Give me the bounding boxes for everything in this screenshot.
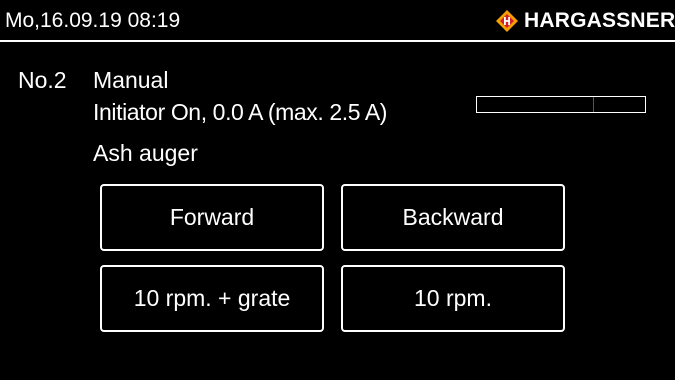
device-number: No.2 [18, 67, 67, 93]
backward-button[interactable]: Backward [341, 184, 565, 251]
hargassner-logo-icon [496, 10, 518, 32]
current-level-bar [476, 96, 646, 113]
brand-name: HARGASSNER [524, 9, 675, 32]
brand: HARGASSNER [496, 9, 675, 35]
device-name: Ash auger [93, 140, 198, 166]
rpm-button[interactable]: 10 rpm. [341, 265, 565, 332]
operating-mode: Manual [93, 67, 169, 93]
device-status: Initiator On, 0.0 A (max. 2.5 A) [93, 99, 388, 125]
rpm-with-grate-button[interactable]: 10 rpm. + grate [100, 265, 324, 332]
datetime: Mo,16.09.19 08:19 [5, 9, 181, 32]
forward-button[interactable]: Forward [100, 184, 324, 251]
header-bar: Mo,16.09.19 08:19 HARGASSNER [0, 0, 675, 42]
current-max-marker [592, 97, 594, 112]
